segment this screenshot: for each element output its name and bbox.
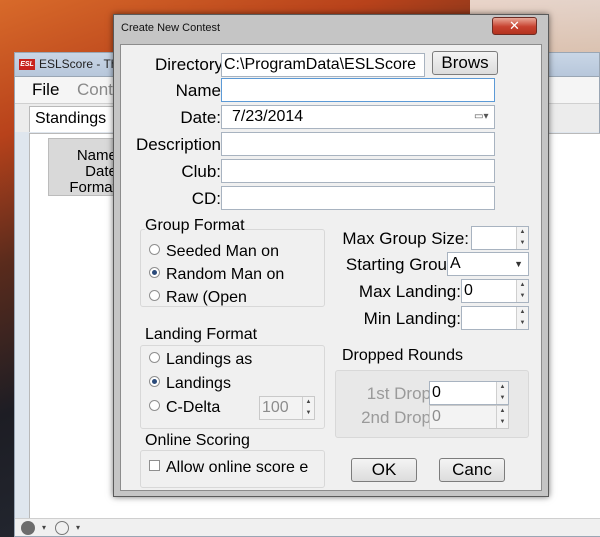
menu-file[interactable]: File: [32, 80, 59, 100]
radio-cdelta[interactable]: C-Delta: [149, 398, 259, 418]
max-landing-value: 0: [464, 282, 473, 299]
app-logo-icon: ESL: [19, 59, 35, 70]
radio-button[interactable]: [149, 400, 160, 412]
date-label: Date:: [180, 108, 221, 127]
checkbox-label: Allow online score e: [166, 459, 309, 476]
ok-button[interactable]: OK: [351, 458, 417, 482]
info-date-label: Date:: [85, 163, 121, 180]
cd-label: CD:: [191, 189, 221, 208]
allow-online-checkbox[interactable]: Allow online score e: [149, 458, 325, 478]
max-group-size-label: Max Group Size:: [342, 229, 469, 248]
name-field[interactable]: [221, 78, 495, 102]
date-value: 7/23/2014: [232, 108, 304, 125]
close-icon: ✕: [509, 18, 520, 33]
radio-label: Landings as: [166, 351, 253, 368]
radio-label: Landings: [166, 375, 231, 392]
spin-up-icon[interactable]: ▲: [497, 382, 508, 393]
max-group-size-stepper[interactable]: ▲ ▼: [471, 226, 529, 250]
directory-field[interactable]: C:\ProgramData\ESLScore: [221, 53, 425, 77]
first-drop-stepper[interactable]: 0 ▲ ▼: [429, 381, 509, 405]
spin-down-icon[interactable]: ▼: [303, 408, 314, 419]
starting-group-value: A: [450, 255, 461, 272]
first-drop-value: 0: [432, 384, 441, 401]
cdelta-value: 100: [262, 399, 289, 416]
create-contest-dialog: Create New Contest ✕ Directory C:\Progra…: [113, 14, 549, 497]
radio-button[interactable]: [149, 290, 160, 302]
club-field[interactable]: [221, 159, 495, 183]
chevron-down-icon[interactable]: ▾: [37, 521, 51, 535]
starting-group-label: Starting Grou: [345, 255, 447, 274]
dropped-rounds-title: Dropped Rounds: [342, 347, 463, 365]
radio-random[interactable]: Random Man on: [149, 265, 299, 285]
spin-up-icon[interactable]: ▲: [517, 307, 528, 318]
spin-down-icon[interactable]: ▼: [517, 318, 528, 329]
browse-button[interactable]: Brows: [432, 51, 498, 75]
radio-button[interactable]: [149, 267, 160, 279]
spin-up-icon[interactable]: ▲: [497, 406, 508, 417]
spin-down-icon[interactable]: ▼: [497, 393, 508, 404]
min-landing-stepper[interactable]: ▲ ▼: [461, 306, 529, 330]
online-scoring-title: Online Scoring: [145, 432, 250, 450]
cd-field[interactable]: [221, 186, 495, 210]
landing-format-title: Landing Format: [145, 326, 258, 344]
max-landing-label: Max Landing:: [358, 282, 461, 301]
radio-label: Seeded Man on: [166, 243, 279, 260]
timer-icon[interactable]: [55, 521, 69, 535]
status-bar: ▾ ▾: [15, 518, 600, 536]
info-name-label: Name:: [76, 147, 121, 164]
cdelta-stepper[interactable]: 100 ▲ ▼: [259, 396, 315, 420]
dialog-title: Create New Contest: [121, 22, 221, 34]
dialog-titlebar[interactable]: Create New Contest ✕: [114, 15, 548, 41]
radio-label: Raw (Open: [166, 289, 247, 306]
group-format-title: Group Format: [145, 217, 245, 235]
max-landing-stepper[interactable]: 0 ▲ ▼: [461, 279, 529, 303]
description-label: Description: [135, 135, 221, 154]
radio-landings[interactable]: Landings: [149, 374, 279, 393]
radio-button[interactable]: [149, 352, 160, 364]
second-drop-stepper[interactable]: 0 ▲ ▼: [429, 405, 509, 429]
spin-up-icon[interactable]: ▲: [517, 227, 528, 238]
checkbox[interactable]: [149, 460, 160, 472]
calendar-icon[interactable]: ▭▾: [474, 112, 489, 122]
chevron-down-icon[interactable]: ▼: [514, 253, 523, 275]
description-field[interactable]: [221, 132, 495, 156]
cancel-button[interactable]: Canc: [439, 458, 505, 482]
radio-button[interactable]: [149, 244, 160, 256]
date-picker[interactable]: 7/23/2014 ▭▾: [221, 105, 495, 129]
chevron-down-icon[interactable]: ▾: [71, 521, 85, 535]
radio-button[interactable]: [149, 376, 160, 388]
radio-label: C-Delta: [166, 399, 221, 416]
close-button[interactable]: ✕: [492, 17, 537, 35]
tab-standings[interactable]: Standings: [29, 106, 117, 132]
spin-down-icon[interactable]: ▼: [517, 291, 528, 302]
info-format-label: Format.: [69, 179, 121, 196]
status-circle-icon[interactable]: [21, 521, 35, 535]
min-landing-label: Min Landing:: [363, 309, 461, 328]
spin-up-icon[interactable]: ▲: [303, 397, 314, 408]
club-label: Club:: [181, 162, 221, 181]
name-label: Name: [175, 81, 221, 100]
dialog-client-area: Directory C:\ProgramData\ESLScore Brows …: [120, 44, 542, 491]
spin-down-icon[interactable]: ▼: [517, 238, 528, 249]
directory-label: Directory: [154, 55, 223, 74]
radio-seeded[interactable]: Seeded Man on: [149, 242, 299, 262]
spin-down-icon[interactable]: ▼: [497, 417, 508, 428]
radio-raw[interactable]: Raw (Open: [149, 288, 299, 307]
radio-label: Random Man on: [166, 266, 285, 283]
starting-group-select[interactable]: A ▼: [447, 252, 529, 276]
radio-landings-as[interactable]: Landings as: [149, 350, 279, 369]
spin-up-icon[interactable]: ▲: [517, 280, 528, 291]
second-drop-value: 0: [432, 408, 441, 425]
first-drop-label: 1st Drop: [366, 384, 431, 403]
second-drop-label: 2nd Drop: [361, 408, 431, 427]
